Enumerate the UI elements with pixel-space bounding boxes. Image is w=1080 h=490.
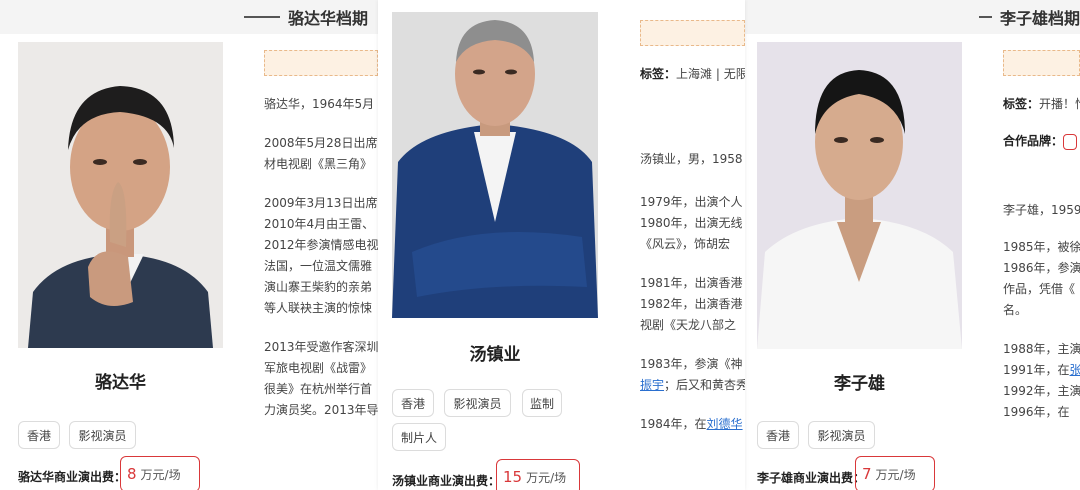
actor-photo[interactable] [392, 12, 598, 318]
bio-paragraph: 1981年，出演香港 1982年，出演香港 视剧《天龙八部之 [640, 276, 743, 332]
tag-region[interactable]: 香港 [757, 421, 799, 449]
header-bar: 李子雄档期 [745, 0, 1080, 34]
tag-line: 标签：开播！恰 [1003, 97, 1080, 111]
bio-paragraph: 骆达华，1964年5月 [264, 97, 375, 111]
label-placeholder-box [264, 50, 378, 76]
brand-line: 合作品牌： [1003, 131, 1080, 152]
bio-paragraph: 1984年，在刘德华 [640, 417, 743, 431]
fee-box: 7 万元/场 [855, 456, 935, 490]
tag-profession[interactable]: 影视演员 [69, 421, 136, 449]
bio-text: 骆达华，1964年5月 2008年5月28日出席 材电视剧《黑三角》 2009年… [264, 94, 378, 431]
fee-label: 李子雄商业演出费： [757, 471, 866, 485]
bio-paragraph: 1983年，参演《神 振宇；后又和黄杏秀 [640, 357, 745, 392]
fee-unit: 万元/场 [875, 467, 916, 482]
actor-photo[interactable] [18, 42, 223, 348]
profile-card-tang: 汤镇业 香港 影视演员 监制 制片人 汤镇业商业演出费： 15 万元/场 标签：… [378, 0, 745, 490]
tag-region[interactable]: 香港 [18, 421, 60, 449]
bio-paragraph: 李子雄，1959 [1003, 203, 1080, 217]
fee-box: 15 万元/场 [496, 459, 580, 490]
tag-profession[interactable]: 影视演员 [808, 421, 875, 449]
bio-text: 标签：开播！恰 合作品牌： 李子雄，1959 1985年，被徐 1986年，参演… [1003, 94, 1080, 433]
tag-line: 标签：上海滩 | 无限 [640, 67, 745, 81]
person-link[interactable]: 振宇 [640, 378, 664, 392]
bio-paragraph: 2013年受邀作客深圳 军旅电视剧《战雷》 很美》在杭州举行首 力演员奖。201… [264, 340, 378, 417]
bio-text: 标签：上海滩 | 无限 汤镇业，男，1958 1979年，出演个人 1980年，… [640, 64, 745, 445]
bio-paragraph: 2009年3月13日出席 2010年4月由王雷、 2012年参演情感电视 法国，… [264, 196, 378, 315]
person-link[interactable]: 张 [1070, 363, 1080, 377]
actor-name: 骆达华 [95, 373, 146, 393]
profile-card-luo: 骆达华档期 骆达华 香港 影视演员 骆达华商业演出费： 8 万元/场 骆达华，1… [0, 0, 378, 490]
actor-name: 李子雄 [834, 374, 885, 394]
person-link[interactable]: 刘德华 [707, 417, 743, 431]
label-placeholder-box [640, 20, 745, 46]
tag-role[interactable]: 监制 [522, 389, 562, 417]
tag-role[interactable]: 制片人 [392, 423, 446, 451]
brand-badge[interactable] [1063, 133, 1078, 150]
fee-unit: 万元/场 [140, 467, 181, 482]
header-bar: 骆达华档期 [0, 0, 378, 34]
bio-paragraph: 汤镇业，男，1958 [640, 152, 743, 166]
actor-name: 汤镇业 [469, 345, 521, 365]
tag-region[interactable]: 香港 [392, 389, 434, 417]
fee-value: 7 [862, 465, 872, 483]
bio-paragraph: 2008年5月28日出席 材电视剧《黑三角》 [264, 136, 378, 171]
tag-profession[interactable]: 影视演员 [444, 389, 511, 417]
fee-value: 8 [127, 465, 137, 483]
bio-paragraph: 1988年，主演 1991年，在张 1992年，主演 1996年，在 [1003, 342, 1080, 419]
fee-label: 骆达华商业演出费： [18, 470, 127, 484]
profile-card-li: 李子雄档期 李子雄 香港 影视演员 李子雄商业演出费： 7 万元/场 标签：开播… [745, 0, 1080, 490]
fee-box: 8 万元/场 [120, 456, 200, 490]
page-title: 骆达华档期 [287, 9, 368, 28]
fee-unit: 万元/场 [526, 470, 567, 485]
fee-value: 15 [503, 468, 523, 486]
bio-paragraph: 1985年，被徐 1986年，参演 作品，凭借《 名。 [1003, 240, 1080, 317]
title-dash [979, 16, 992, 18]
fee-label: 汤镇业商业演出费： [392, 474, 501, 488]
title-dash [243, 16, 280, 18]
actor-photo[interactable] [757, 42, 962, 349]
page-title: 李子雄档期 [999, 9, 1080, 28]
bio-paragraph: 1979年，出演个人 1980年，出演无线 《风云》，饰胡宏 [640, 195, 743, 251]
label-placeholder-box [1003, 50, 1080, 76]
